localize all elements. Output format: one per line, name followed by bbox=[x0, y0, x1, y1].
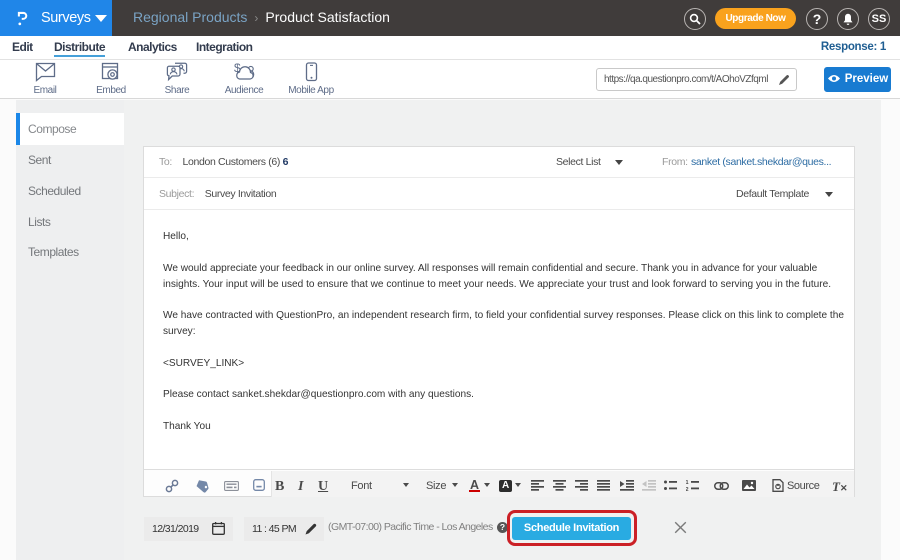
svg-text:1: 1 bbox=[686, 480, 689, 486]
svg-text:2: 2 bbox=[686, 487, 689, 491]
